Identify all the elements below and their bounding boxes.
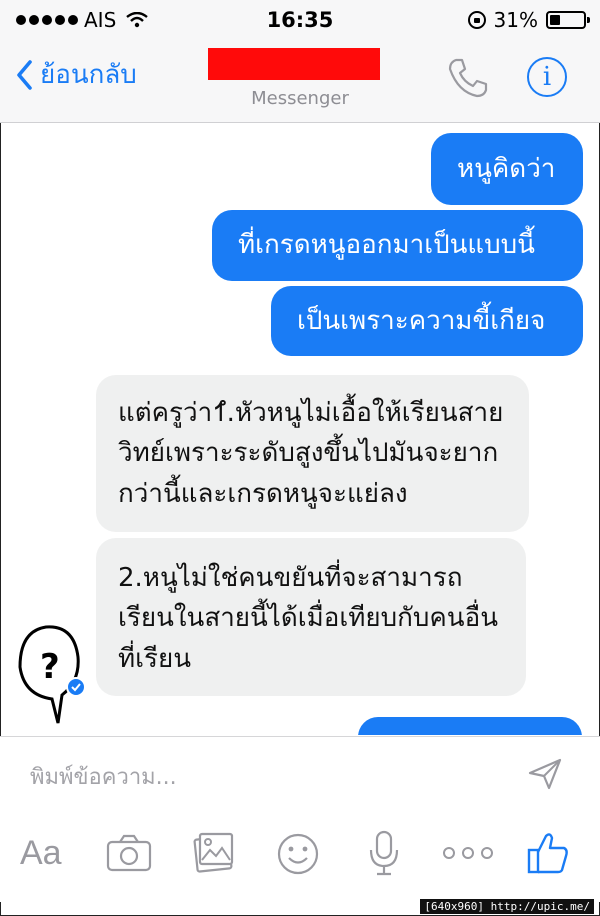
svg-text:?: ? bbox=[40, 647, 60, 687]
emoji-icon[interactable] bbox=[276, 832, 320, 876]
message-composer[interactable]: พิมพ์ข้อความ... bbox=[0, 736, 600, 809]
chat-area: หนูคิดว่า ที่เกรดหนูออกมาเป็นแบบนี้ เป็น… bbox=[0, 123, 600, 735]
composer-toolbar: Aa bbox=[0, 808, 600, 902]
incoming-message: 2.หนูไม่ใช่คนขยันที่จะสามารถเรียนในสายนี… bbox=[96, 538, 526, 696]
watermark: [640x960] http://upic.me/ bbox=[420, 899, 594, 914]
outgoing-message: เป็นเพราะความขี้เกียจ bbox=[271, 286, 583, 356]
orientation-lock-icon bbox=[467, 11, 486, 29]
more-icon[interactable] bbox=[442, 846, 494, 860]
battery-icon bbox=[546, 11, 590, 29]
battery-percent: 31% bbox=[493, 8, 538, 32]
text-format-button[interactable]: Aa bbox=[20, 834, 62, 873]
camera-icon[interactable] bbox=[106, 834, 152, 872]
nav-bar: ย้อนกลับ Messenger i bbox=[0, 40, 600, 123]
avatar-question-icon: ? bbox=[18, 625, 86, 724]
status-bar: AIS 16:35 31% bbox=[0, 0, 600, 40]
outgoing-message: หนูคิดว่า bbox=[431, 133, 583, 205]
phone-icon[interactable] bbox=[446, 56, 490, 100]
status-right: 31% bbox=[467, 8, 590, 32]
like-icon[interactable] bbox=[526, 830, 570, 876]
redacted-contact-name bbox=[208, 48, 380, 80]
message-input[interactable]: พิมพ์ข้อความ... bbox=[30, 759, 177, 794]
send-icon[interactable] bbox=[527, 757, 563, 791]
nav-subtitle: Messenger bbox=[251, 88, 349, 109]
photo-icon[interactable] bbox=[192, 830, 236, 874]
back-chevron-icon bbox=[17, 59, 32, 90]
microphone-icon[interactable] bbox=[368, 830, 400, 876]
outgoing-message: ที่เกรดหนูออกมาเป็นแบบนี้ bbox=[212, 210, 583, 281]
info-icon[interactable]: i bbox=[527, 57, 567, 97]
incoming-message: แต่ครูว่า1ํ.หัวหนูไม่เอื้อให้เรียนสายวิท… bbox=[96, 375, 529, 532]
outgoing-message-partial bbox=[358, 717, 582, 735]
